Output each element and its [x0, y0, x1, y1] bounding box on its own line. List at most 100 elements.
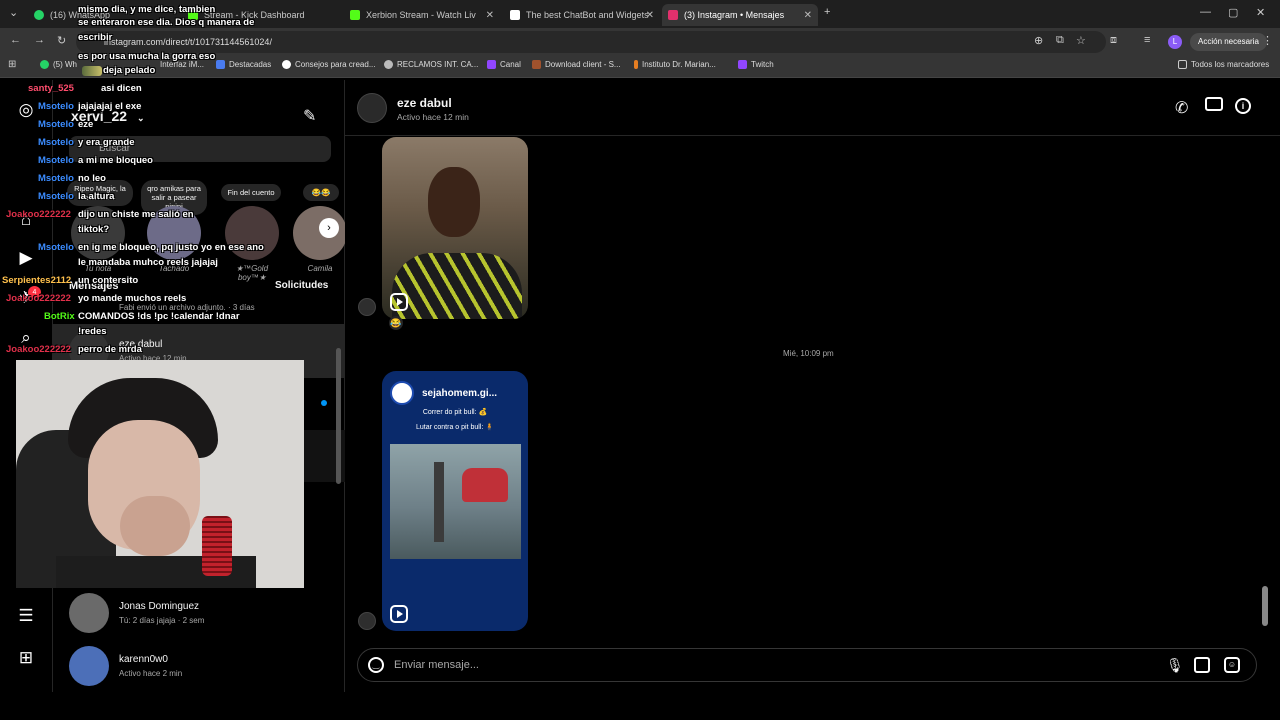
- bookmark-consejos[interactable]: Consejos para cread...: [282, 60, 376, 69]
- conversation-item[interactable]: Fabi envió un archivo adjunto. · 3 días: [53, 292, 345, 322]
- chat-name[interactable]: eze dabul: [397, 96, 452, 110]
- note-bubble[interactable]: 😂😂: [303, 184, 339, 201]
- phone-icon[interactable]: ✆: [1175, 98, 1188, 118]
- tab-whatsapp[interactable]: (16) WhatsApp: [28, 4, 178, 26]
- chevron-right-icon[interactable]: ›: [319, 218, 339, 238]
- requests-link[interactable]: Solicitudes: [275, 280, 328, 291]
- sender-avatar: [358, 612, 376, 630]
- install-icon[interactable]: ⧉: [1056, 34, 1064, 47]
- sender-avatar: [358, 298, 376, 316]
- microphone-icon[interactable]: 🎙: [1166, 657, 1184, 674]
- shared-reel-card[interactable]: sejahomem.gi... Correr do pit bull: 💰 Lu…: [382, 371, 528, 631]
- bookmark-instituto[interactable]: Instituto Dr. Marian...: [634, 60, 716, 69]
- conversation-item[interactable]: karenn0w0 Activo hace 2 min: [53, 639, 345, 693]
- bookmark-interfaz[interactable]: Interfaz iM...: [160, 60, 204, 69]
- bookmark-reclamos[interactable]: RECLAMOS INT. CA...: [384, 60, 478, 69]
- message-timestamp: Mié, 10:09 pm: [783, 349, 834, 358]
- story-item[interactable]: Camila: [289, 206, 351, 273]
- reel-icon: [390, 605, 408, 623]
- menu-icon[interactable]: ⋮: [1262, 34, 1273, 47]
- home-icon[interactable]: ⌂: [16, 210, 36, 230]
- close-icon[interactable]: ✕: [804, 10, 812, 21]
- message-reel-image[interactable]: [382, 137, 528, 319]
- video-call-icon[interactable]: [1205, 97, 1223, 111]
- unread-dot: [321, 400, 327, 406]
- compose-icon[interactable]: ✎: [303, 106, 316, 126]
- window-close-icon[interactable]: ✕: [1256, 6, 1265, 19]
- sticker-icon[interactable]: ☺: [1224, 657, 1240, 673]
- reload-icon[interactable]: ↻: [57, 34, 66, 47]
- menu-icon[interactable]: ☰: [16, 606, 36, 626]
- tab-instagram[interactable]: (3) Instagram • Mensajes ✕: [662, 4, 818, 26]
- tab-xerbion-stream[interactable]: Xerbion Stream - Watch Liv ✕: [344, 4, 500, 26]
- reaction-emoji[interactable]: 😂: [389, 316, 403, 330]
- tab-label: (3) Instagram • Mensajes: [684, 10, 785, 20]
- folder-icon: [1178, 60, 1187, 69]
- scrollbar[interactable]: [1262, 586, 1268, 626]
- tab-label: Xerbion Stream - Watch Liv: [366, 10, 476, 20]
- reel-caption-2: Lutar contra o pit bull: 🧍: [416, 424, 494, 431]
- note-bubble[interactable]: Ripeo Magic, la altura da: [67, 180, 133, 206]
- bottom-bar: [0, 692, 1280, 720]
- chat-status: Activo hace 12 min: [397, 112, 469, 122]
- bookmark-twitch[interactable]: Twitch: [738, 60, 774, 69]
- url-text: instagram.com/direct/t/101731144561024/: [104, 37, 272, 47]
- close-icon[interactable]: ✕: [486, 10, 494, 21]
- reels-icon[interactable]: ▶: [16, 248, 36, 268]
- emoji-icon[interactable]: ‿: [368, 657, 384, 673]
- bookmark-whatsapp[interactable]: (5) Wh: [40, 60, 77, 69]
- kick-icon: [188, 10, 198, 20]
- story-item[interactable]: ★™Gold boy™★: [221, 206, 283, 282]
- tab-kick-dashboard[interactable]: Stream - Kick Dashboard: [182, 4, 342, 26]
- note-bubble[interactable]: Fin del cuento: [221, 184, 281, 201]
- username: xervi_22: [71, 108, 128, 124]
- more-icon[interactable]: ⊞: [16, 648, 36, 668]
- chat-header: eze dabul Activo hace 12 min ✆ i: [345, 80, 1280, 136]
- apps-icon[interactable]: ⊞: [8, 59, 16, 70]
- story-item[interactable]: Tachado: [143, 206, 205, 273]
- instagram-logo-icon[interactable]: ◎: [16, 100, 36, 120]
- reel-author: sejahomem.gi...: [422, 388, 498, 399]
- info-icon[interactable]: i: [1235, 98, 1251, 114]
- bookmark-canal[interactable]: Canal: [487, 60, 521, 69]
- star-icon[interactable]: ☆: [1076, 34, 1086, 47]
- profile-avatar[interactable]: L: [1168, 35, 1182, 49]
- message-input[interactable]: Enviar mensaje...: [394, 659, 479, 671]
- image-icon[interactable]: [1194, 657, 1210, 673]
- avatar[interactable]: [357, 93, 387, 123]
- minimize-icon[interactable]: —: [1200, 6, 1211, 18]
- bookmark-destacadas[interactable]: Destacadas: [216, 60, 271, 69]
- bookmarks-bar: ⊞ (5) Wh Interfaz iM... Destacadas Conse…: [0, 56, 1280, 78]
- tab-label: Stream - Kick Dashboard: [204, 10, 305, 20]
- conversation-item[interactable]: Jonas Dominguez Tú: 2 días jajaja · 2 sem: [53, 586, 345, 640]
- address-bar: ← → ↻ instagram.com/direct/t/10173114456…: [0, 28, 1280, 56]
- tab-label: The best ChatBot and Widgets: [526, 10, 649, 20]
- back-icon[interactable]: ←: [10, 34, 21, 46]
- extensions-icon[interactable]: ⧈: [1110, 34, 1117, 47]
- new-tab-icon[interactable]: +: [824, 6, 830, 18]
- avatar: [147, 206, 201, 260]
- tab-search-icon[interactable]: ⌄: [9, 6, 18, 19]
- zoom-icon[interactable]: ⊕: [1034, 34, 1043, 47]
- action-needed-button[interactable]: Acción necesaria: [1190, 33, 1267, 51]
- bookmark-all[interactable]: Todos los marcadores: [1178, 60, 1269, 69]
- url-input[interactable]: instagram.com/direct/t/101731144561024/: [76, 31, 1106, 53]
- webcam-overlay: [16, 360, 304, 588]
- notification-badge: 4: [28, 286, 41, 299]
- message-composer: ‿ Enviar mensaje... 🎙 ☺: [357, 648, 1257, 682]
- username-switcher[interactable]: xervi_22 ⌄: [71, 108, 145, 124]
- search-input[interactable]: Buscar: [69, 136, 331, 162]
- scrollbar[interactable]: [336, 348, 341, 484]
- story-item[interactable]: Tu nota: [67, 206, 129, 273]
- microphone-shape: [202, 516, 232, 576]
- instagram-icon: [668, 10, 678, 20]
- media-icon[interactable]: ≡: [1144, 34, 1150, 46]
- forward-icon[interactable]: →: [34, 34, 45, 46]
- bookmark-download-client[interactable]: Download client - S...: [532, 60, 621, 69]
- chevron-down-icon: ⌄: [136, 113, 145, 123]
- search-icon[interactable]: ⌕: [16, 328, 36, 348]
- close-icon[interactable]: ✕: [646, 10, 654, 21]
- tab-chatbot[interactable]: The best ChatBot and Widgets ✕: [504, 4, 660, 26]
- hand-shape: [120, 496, 190, 556]
- maximize-icon[interactable]: ▢: [1228, 6, 1238, 19]
